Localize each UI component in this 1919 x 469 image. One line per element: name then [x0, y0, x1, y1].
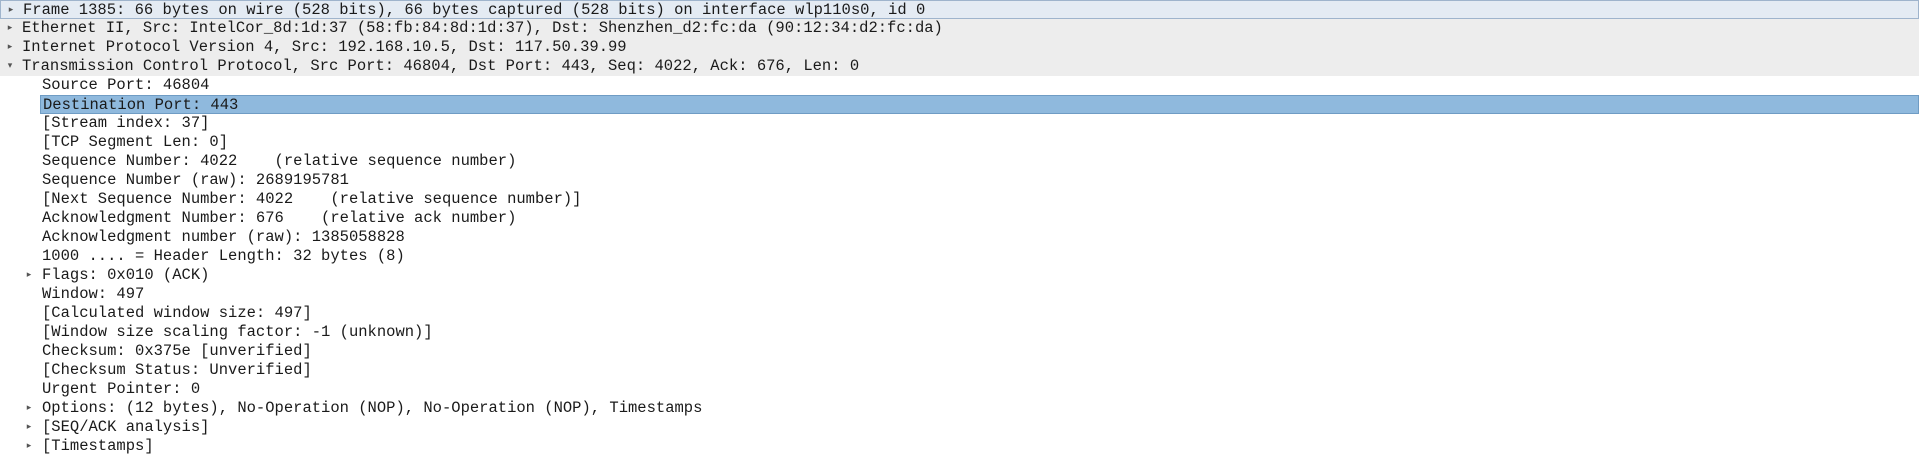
chevron-right-icon[interactable]: ▸: [23, 266, 35, 285]
tcp-row[interactable]: ▾ Transmission Control Protocol, Src Port…: [0, 57, 1919, 76]
row-label: [TCP Segment Len: 0]: [42, 133, 229, 151]
row-label: [Window size scaling factor: -1 (unknown…: [42, 323, 433, 341]
row-label: Options: (12 bytes), No-Operation (NOP),…: [42, 399, 703, 417]
source-port-row[interactable]: Source Port: 46804: [0, 76, 1919, 95]
row-label: [Checksum Status: Unverified]: [42, 361, 312, 379]
row-label: Frame 1385: 66 bytes on wire (528 bits),…: [23, 1, 926, 19]
stream-index-row[interactable]: [Stream index: 37]: [0, 114, 1919, 133]
row-label: Internet Protocol Version 4, Src: 192.16…: [22, 38, 627, 56]
tcp-segment-len-row[interactable]: [TCP Segment Len: 0]: [0, 133, 1919, 152]
row-label: Acknowledgment Number: 676 (relative ack…: [42, 209, 517, 227]
row-label: Urgent Pointer: 0: [42, 380, 201, 398]
row-label: [Next Sequence Number: 4022 (relative se…: [42, 190, 582, 208]
sequence-number-raw-row[interactable]: Sequence Number (raw): 2689195781: [0, 171, 1919, 190]
row-label: [Timestamps]: [42, 437, 154, 455]
sequence-number-row[interactable]: Sequence Number: 4022 (relative sequence…: [0, 152, 1919, 171]
ipv4-row[interactable]: ▸ Internet Protocol Version 4, Src: 192.1…: [0, 38, 1919, 57]
checksum-status-row[interactable]: [Checksum Status: Unverified]: [0, 361, 1919, 380]
options-row[interactable]: ▸ Options: (12 bytes), No-Operation (NOP)…: [0, 399, 1919, 418]
frame-row[interactable]: ▸ Frame 1385: 66 bytes on wire (528 bits)…: [0, 0, 1919, 19]
urgent-pointer-row[interactable]: Urgent Pointer: 0: [0, 380, 1919, 399]
row-label: [Calculated window size: 497]: [42, 304, 312, 322]
chevron-right-icon[interactable]: ▸: [4, 38, 16, 57]
flags-row[interactable]: ▸ Flags: 0x010 (ACK): [0, 266, 1919, 285]
ethernet-row[interactable]: ▸ Ethernet II, Src: IntelCor_8d:1d:37 (58…: [0, 19, 1919, 38]
window-scaling-factor-row[interactable]: [Window size scaling factor: -1 (unknown…: [0, 323, 1919, 342]
window-row[interactable]: Window: 497: [0, 285, 1919, 304]
row-label: Window: 497: [42, 285, 145, 303]
row-label: [Stream index: 37]: [42, 114, 210, 132]
row-label: Checksum: 0x375e [unverified]: [42, 342, 312, 360]
row-label: Transmission Control Protocol, Src Port:…: [22, 57, 860, 75]
row-label: 1000 .... = Header Length: 32 bytes (8): [42, 247, 405, 265]
row-label: Sequence Number (raw): 2689195781: [42, 171, 349, 189]
ack-number-raw-row[interactable]: Acknowledgment number (raw): 1385058828: [0, 228, 1919, 247]
header-length-row[interactable]: 1000 .... = Header Length: 32 bytes (8): [0, 247, 1919, 266]
row-label: Acknowledgment number (raw): 1385058828: [42, 228, 405, 246]
row-label: Flags: 0x010 (ACK): [42, 266, 210, 284]
row-label: Sequence Number: 4022 (relative sequence…: [42, 152, 517, 170]
ack-number-row[interactable]: Acknowledgment Number: 676 (relative ack…: [0, 209, 1919, 228]
chevron-right-icon[interactable]: ▸: [23, 399, 35, 418]
timestamps-row[interactable]: ▸ [Timestamps]: [0, 437, 1919, 456]
packet-details-tree[interactable]: ▸ Frame 1385: 66 bytes on wire (528 bits)…: [0, 0, 1919, 469]
chevron-right-icon[interactable]: ▸: [23, 418, 35, 437]
chevron-right-icon[interactable]: ▸: [4, 19, 16, 38]
checksum-row[interactable]: Checksum: 0x375e [unverified]: [0, 342, 1919, 361]
row-label: Ethernet II, Src: IntelCor_8d:1d:37 (58:…: [22, 19, 943, 37]
chevron-right-icon[interactable]: ▸: [5, 1, 17, 20]
seq-ack-analysis-row[interactable]: ▸ [SEQ/ACK analysis]: [0, 418, 1919, 437]
calculated-window-size-row[interactable]: [Calculated window size: 497]: [0, 304, 1919, 323]
next-sequence-number-row[interactable]: [Next Sequence Number: 4022 (relative se…: [0, 190, 1919, 209]
row-label: [SEQ/ACK analysis]: [42, 418, 210, 436]
row-label: Source Port: 46804: [42, 76, 210, 94]
chevron-right-icon[interactable]: ▸: [23, 437, 35, 456]
row-label: Destination Port: 443: [43, 96, 239, 114]
chevron-down-icon[interactable]: ▾: [4, 57, 16, 76]
destination-port-row[interactable]: Destination Port: 443: [40, 95, 1919, 114]
